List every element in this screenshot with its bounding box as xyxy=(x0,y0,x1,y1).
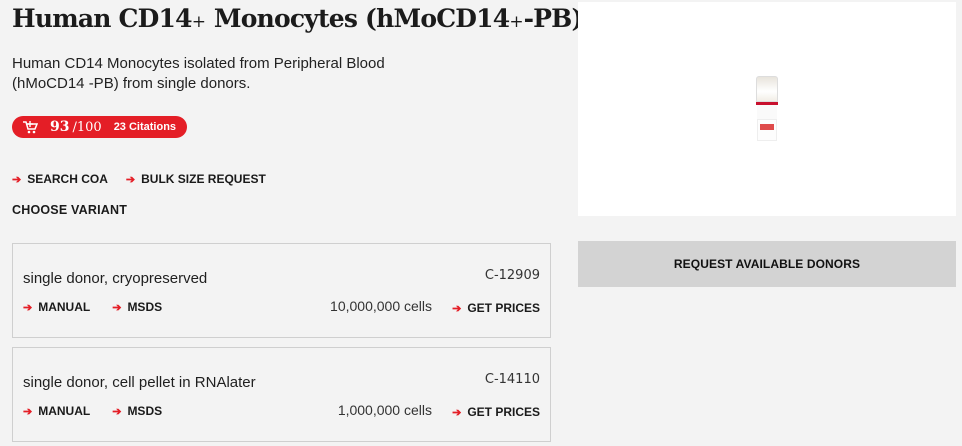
manual-link[interactable]: ➔ MANUAL xyxy=(23,300,90,314)
search-coa-link[interactable]: ➔ SEARCH COA xyxy=(12,172,108,186)
arrow-right-icon: ➔ xyxy=(452,302,462,315)
get-prices-link[interactable]: ➔ GET PRICES xyxy=(452,405,540,419)
arrow-right-icon: ➔ xyxy=(23,405,33,418)
variant-doc-links: ➔ MANUAL ➔ MSDS xyxy=(23,300,162,314)
arrow-right-icon: ➔ xyxy=(23,301,33,314)
variant-code: C-14110 xyxy=(484,372,540,387)
get-prices-link[interactable]: ➔ GET PRICES xyxy=(452,301,540,315)
score-value: 93 xyxy=(50,119,70,135)
product-info: Human CD14+ Monocytes (hMoCD14+-PB) Huma… xyxy=(12,0,583,217)
cart-icon xyxy=(22,120,40,134)
arrow-right-icon: ➔ xyxy=(12,173,22,186)
citations-count: 23 Citations xyxy=(113,121,177,133)
variant-doc-links: ➔ MANUAL ➔ MSDS xyxy=(23,404,162,418)
variant-name: single donor, cell pellet in RNAlater xyxy=(23,374,256,391)
variant-name: single donor, cryopreserved xyxy=(23,270,208,287)
msds-link[interactable]: ➔ MSDS xyxy=(112,404,162,418)
request-available-donors-button[interactable]: REQUEST AVAILABLE DONORS xyxy=(578,241,956,287)
score-max: /100 xyxy=(72,119,102,135)
page-title: Human CD14+ Monocytes (hMoCD14+-PB) xyxy=(12,4,583,33)
cell-count: 1,000,000 cells xyxy=(337,402,432,418)
arrow-right-icon: ➔ xyxy=(452,406,462,419)
variant-code: C-12909 xyxy=(484,268,540,283)
product-image[interactable] xyxy=(578,2,956,216)
product-description: Human CD14 Monocytes isolated from Perip… xyxy=(12,55,385,92)
variant-card[interactable]: single donor, cryopreserved C-12909 ➔ MAN… xyxy=(12,243,551,338)
arrow-right-icon: ➔ xyxy=(112,301,122,314)
choose-variant-heading: CHOOSE VARIANT xyxy=(12,203,128,217)
manual-link[interactable]: ➔ MANUAL xyxy=(23,404,90,418)
bulk-size-request-link[interactable]: ➔ BULK SIZE REQUEST xyxy=(126,172,266,186)
cell-count: 10,000,000 cells xyxy=(330,298,432,314)
arrow-right-icon: ➔ xyxy=(112,405,122,418)
msds-link[interactable]: ➔ MSDS xyxy=(112,300,162,314)
arrow-right-icon: ➔ xyxy=(125,173,136,186)
action-links: ➔ SEARCH COA ➔ BULK SIZE REQUEST xyxy=(12,172,552,186)
variant-card[interactable]: single donor, cell pellet in RNAlater C-… xyxy=(12,347,551,442)
citation-badge[interactable]: 93 /100 23 Citations xyxy=(12,116,188,138)
vial-image xyxy=(756,76,778,141)
